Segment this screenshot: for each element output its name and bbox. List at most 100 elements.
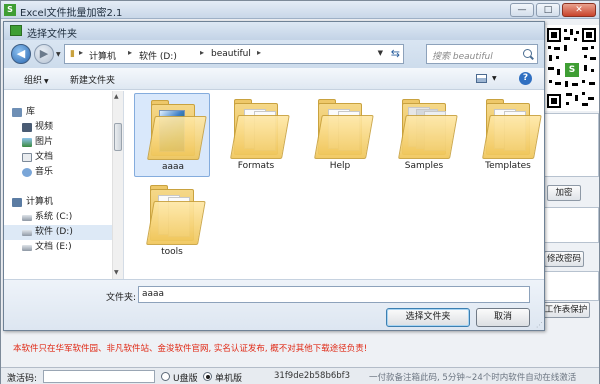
folder-icon: ▮: [70, 49, 75, 59]
recent-locations-chevron-icon[interactable]: ▼: [56, 51, 61, 58]
nav-drive-d[interactable]: 软件 (D:): [4, 225, 112, 240]
drive-icon: [22, 215, 32, 221]
breadcrumb-separator-icon[interactable]: ▸: [200, 48, 204, 57]
video-icon: [22, 123, 32, 132]
minimize-button[interactable]: —: [510, 3, 534, 17]
nav-item-label: 音乐: [35, 167, 54, 177]
address-dropdown-chevron-icon[interactable]: ▼: [378, 49, 383, 57]
sheet-protect-button[interactable]: 工作表保护: [542, 302, 590, 318]
computer-icon: [12, 198, 22, 207]
nav-pictures[interactable]: 图片: [4, 135, 112, 150]
back-button[interactable]: ◀: [11, 44, 31, 64]
navigation-scrollbar[interactable]: ▲ ▼: [112, 91, 123, 279]
chevron-down-icon: ▼: [44, 78, 49, 85]
status-bar: 激活码: U盘版 单机版 31f9de2b58b6bf3 一付款备注箱此码, 5…: [1, 367, 599, 384]
encrypt-button[interactable]: 加密: [547, 185, 581, 201]
nav-library[interactable]: 库: [4, 105, 112, 120]
nav-computer[interactable]: 计算机: [4, 195, 112, 210]
organize-label: 组织: [24, 76, 43, 86]
app-title: Excel文件批量加密2.1: [20, 8, 123, 19]
folder-item-help[interactable]: Help: [302, 93, 378, 177]
folder-item-templates[interactable]: Templates: [470, 93, 546, 177]
single-edition-radio[interactable]: [203, 372, 212, 381]
drive-icon: [22, 230, 32, 236]
folder-icon: [314, 99, 374, 159]
new-folder-button[interactable]: 新建文件夹: [70, 73, 115, 86]
usb-edition-label: U盘版: [173, 374, 198, 384]
nav-item-label: 文档: [35, 152, 54, 162]
activation-hint: 一付款备注箱此码, 5分钟~24个时内软件自动在线激活: [369, 373, 577, 383]
folder-item-aaaa[interactable]: aaaa: [134, 93, 210, 177]
breadcrumb-separator-icon[interactable]: ▸: [128, 48, 132, 57]
app-title-bar: S Excel文件批量加密2.1 — □ ✕: [1, 1, 599, 19]
scroll-up-icon[interactable]: ▲: [114, 93, 119, 100]
folder-label: aaaa: [161, 162, 185, 172]
drive-icon: [22, 245, 32, 251]
nav-item-label: 系统 (C:): [35, 212, 73, 222]
change-password-button[interactable]: 修改密码: [544, 251, 584, 267]
nav-drive-e[interactable]: 文档 (E:): [4, 240, 112, 255]
notice-text: 本软件只在华军软件园、非凡软件站、金浚软件官网, 实名认证发布, 概不对其他下载…: [13, 344, 368, 354]
dialog-app-icon: [10, 25, 22, 36]
side-panel-low: [544, 271, 599, 301]
search-placeholder: 搜索 beautiful: [432, 52, 493, 62]
search-icon[interactable]: [523, 49, 532, 58]
nav-computer-label: 计算机: [26, 197, 54, 207]
close-button[interactable]: ✕: [562, 3, 596, 17]
nav-drive-c[interactable]: 系统 (C:): [4, 210, 112, 225]
resize-grip-icon[interactable]: ⋰: [536, 321, 543, 329]
activation-input[interactable]: [43, 370, 155, 383]
folder-icon: [482, 99, 542, 159]
organize-menu[interactable]: 组织 ▼: [24, 73, 49, 86]
breadcrumb-computer[interactable]: 计算机: [89, 49, 116, 62]
nav-item-label: 文档 (E:): [35, 242, 72, 252]
address-row: ◀ ▶ ▼ ▮ ▸ 计算机 ▸ 软件 (D:) ▸ beautiful ▸ ▼ …: [4, 40, 544, 68]
refresh-icon[interactable]: ⇆: [391, 47, 400, 60]
folder-label: Samples: [404, 161, 444, 171]
nav-item-label: 图片: [35, 137, 54, 147]
dialog-title-bar: 选择文件夹: [4, 22, 544, 40]
folder-icon: [146, 185, 206, 245]
folder-name-input[interactable]: aaaa: [138, 286, 530, 303]
folder-icon: [147, 100, 207, 160]
folder-item-formats[interactable]: Formats: [218, 93, 294, 177]
select-folder-dialog: 选择文件夹 ◀ ▶ ▼ ▮ ▸ 计算机 ▸ 软件 (D:) ▸ beautifu…: [3, 21, 545, 331]
help-icon[interactable]: ?: [519, 72, 532, 85]
breadcrumb-separator-icon[interactable]: ▸: [79, 48, 83, 57]
breadcrumb-separator-icon[interactable]: ▸: [257, 48, 261, 57]
chevron-down-icon[interactable]: ▼: [492, 75, 497, 82]
activation-label: 激活码:: [7, 374, 38, 384]
machine-code: 31f9de2b58b6bf3: [274, 371, 351, 381]
folder-label: tools: [161, 247, 183, 257]
folder-list: aaaa Formats Help Samples Templates tool…: [125, 91, 544, 279]
side-panel-top: [544, 113, 599, 177]
select-folder-button[interactable]: 选择文件夹: [386, 308, 470, 327]
folder-label: Formats: [237, 161, 275, 171]
scroll-down-icon[interactable]: ▼: [114, 269, 119, 276]
side-panel-mid: [544, 207, 599, 243]
nav-videos[interactable]: 视频: [4, 120, 112, 135]
folder-item-samples[interactable]: Samples: [386, 93, 462, 177]
restore-button[interactable]: □: [536, 3, 560, 17]
usb-edition-radio[interactable]: [161, 372, 170, 381]
folder-label: Templates: [485, 161, 531, 171]
address-bar[interactable]: ▮ ▸ 计算机 ▸ 软件 (D:) ▸ beautiful ▸ ▼ ⇆: [64, 44, 404, 64]
library-icon: [12, 108, 22, 117]
nav-documents[interactable]: 文档: [4, 150, 112, 165]
qr-code: S: [544, 25, 599, 111]
folder-icon: [230, 99, 290, 159]
breadcrumb-drive[interactable]: 软件 (D:): [139, 49, 177, 62]
view-options-icon[interactable]: [476, 74, 487, 83]
document-icon: [22, 153, 32, 162]
search-input[interactable]: 搜索 beautiful: [426, 44, 538, 64]
folder-icon: [398, 99, 458, 159]
nav-item-label: 软件 (D:): [35, 227, 73, 237]
breadcrumb-folder[interactable]: beautiful: [211, 49, 251, 59]
folder-name-row: 文件夹: aaaa 选择文件夹 取消 ⋰: [4, 279, 544, 330]
scrollbar-thumb[interactable]: [114, 123, 122, 151]
nav-music[interactable]: 音乐: [4, 165, 112, 180]
folder-item-tools[interactable]: tools: [134, 179, 210, 263]
cancel-button[interactable]: 取消: [476, 308, 530, 327]
forward-button[interactable]: ▶: [34, 44, 54, 64]
single-edition-label: 单机版: [215, 374, 243, 384]
